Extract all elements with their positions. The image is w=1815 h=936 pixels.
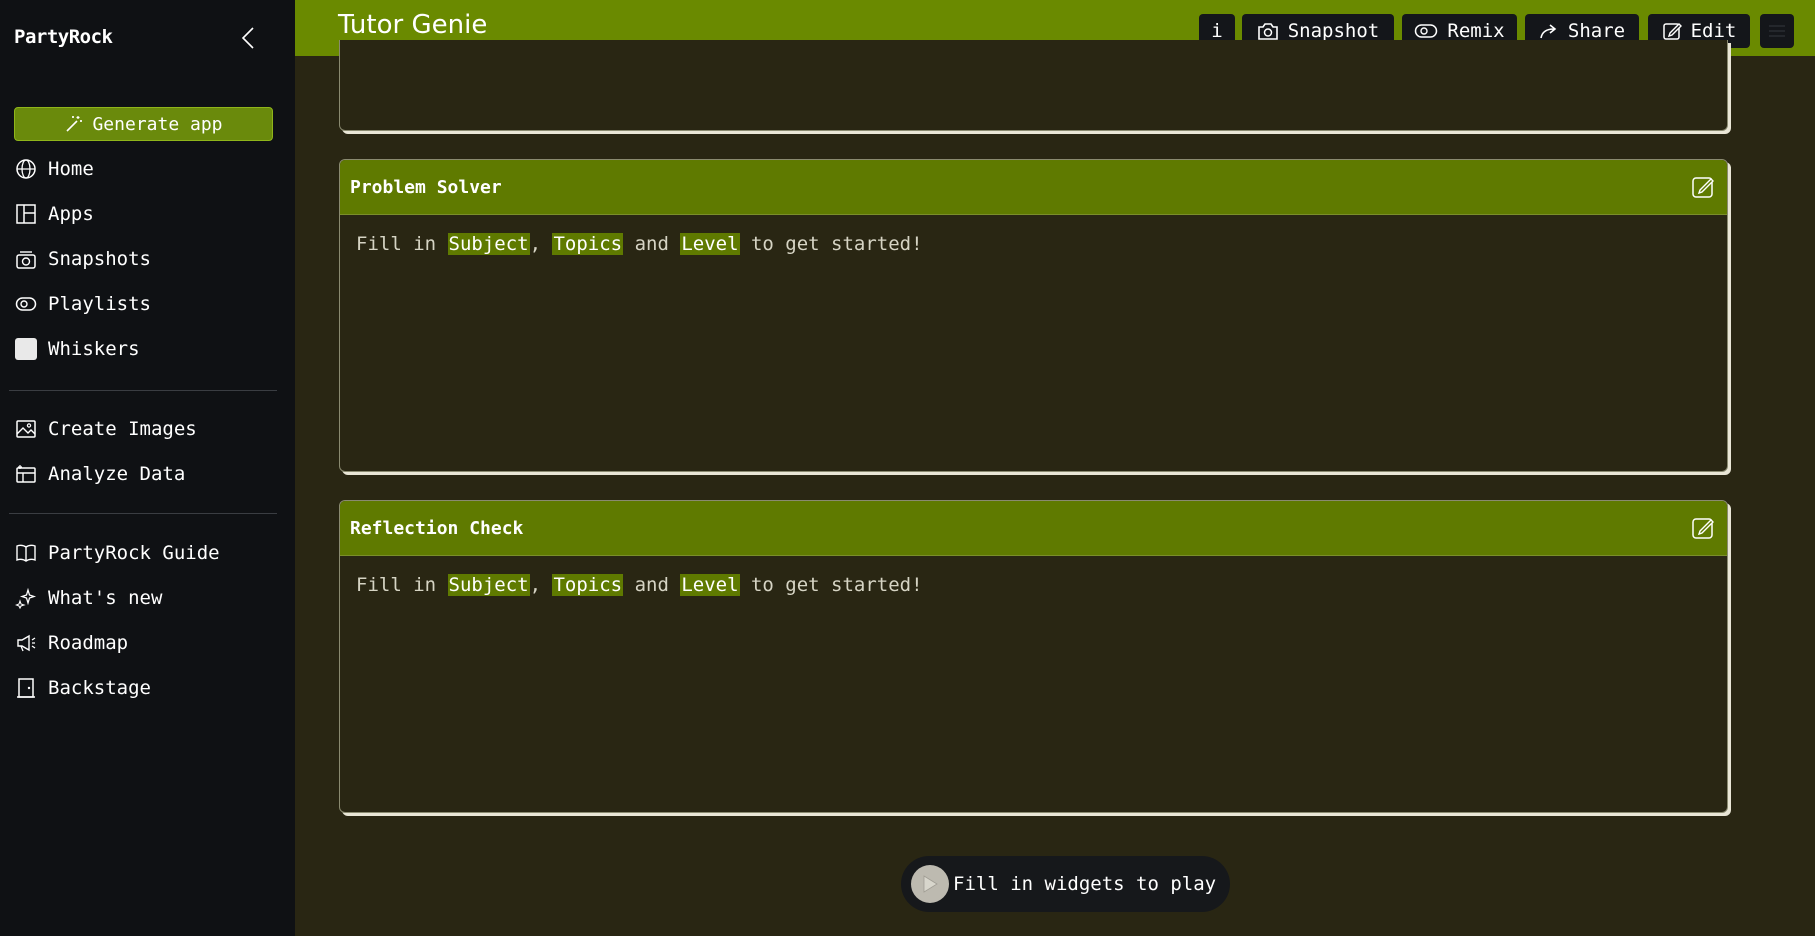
- snapshot-label: Snapshot: [1287, 20, 1380, 42]
- edit-icon: [1692, 518, 1714, 539]
- widget-edit-button[interactable]: [1689, 514, 1717, 542]
- widget-edit-button[interactable]: [1689, 173, 1717, 201]
- play-icon: [911, 865, 949, 903]
- collapse-sidebar-button[interactable]: [236, 24, 260, 52]
- edit-icon: [1692, 177, 1714, 198]
- nav-item-roadmap[interactable]: Roadmap: [14, 620, 284, 665]
- tools-nav: Create Images Analyze Data: [14, 406, 284, 496]
- sparkle-icon: [14, 586, 38, 610]
- globe-icon: [14, 157, 38, 181]
- camera-icon: [1257, 23, 1278, 40]
- hamburger-icon: [1769, 25, 1785, 37]
- magic-wand-icon: [66, 116, 83, 132]
- nav-label: What's new: [48, 586, 163, 609]
- remix-icon: [1415, 24, 1438, 38]
- nav-label: Whiskers: [48, 337, 140, 360]
- widget-header: Problem Solver: [340, 160, 1727, 215]
- edit-label: Edit: [1690, 20, 1737, 42]
- play-button[interactable]: Fill in widgets to play: [901, 856, 1230, 912]
- field-highlight-subject: Subject: [447, 574, 530, 596]
- widget-card-problem-solver: Problem Solver Fill in Subject, Topics a…: [339, 159, 1728, 472]
- primary-nav: Home Apps Snapshots Playlists Whiskers: [14, 146, 284, 371]
- nav-item-whiskers[interactable]: Whiskers: [14, 326, 284, 371]
- nav-label: PartyRock Guide: [48, 541, 220, 564]
- sidebar-divider: [9, 390, 277, 391]
- placeholder-text: to get started!: [739, 574, 923, 596]
- widget-body: Fill in Subject, Topics and Level to get…: [340, 556, 1727, 614]
- field-highlight-level: Level: [680, 233, 740, 255]
- nav-label: Snapshots: [48, 247, 151, 270]
- nav-item-home[interactable]: Home: [14, 146, 284, 191]
- placeholder-text: Fill in: [356, 574, 448, 596]
- placeholder-text: and: [623, 574, 681, 596]
- widget-body: Fill in Subject, Topics and Level to get…: [340, 215, 1727, 273]
- sidebar-divider: [9, 513, 277, 514]
- brand-logo[interactable]: PartyRock: [14, 26, 113, 48]
- help-nav: PartyRock Guide What's new Roadmap Backs…: [14, 530, 284, 710]
- nav-label: Apps: [48, 202, 94, 225]
- share-label: Share: [1567, 20, 1626, 42]
- playlist-icon: [14, 292, 38, 316]
- widget-title: Problem Solver: [350, 176, 502, 198]
- book-icon: [14, 541, 38, 565]
- widget-header: Reflection Check: [340, 501, 1727, 556]
- door-icon: [14, 676, 38, 700]
- share-arrow-icon: [1540, 24, 1557, 39]
- info-label: i: [1211, 20, 1223, 42]
- nav-item-analyze-data[interactable]: Analyze Data: [14, 451, 284, 496]
- nav-item-snapshots[interactable]: Snapshots: [14, 236, 284, 281]
- camera-stack-icon: [14, 247, 38, 271]
- play-label: Fill in widgets to play: [953, 873, 1217, 895]
- sidebar: PartyRock Generate app Home Apps Snapsho…: [0, 0, 295, 936]
- image-icon: [14, 417, 38, 441]
- nav-label: Create Images: [48, 417, 197, 440]
- nav-item-playlists[interactable]: Playlists: [14, 281, 284, 326]
- placeholder-text: Fill in: [356, 233, 448, 255]
- nav-label: Home: [48, 157, 94, 180]
- chevron-left-icon: [241, 27, 254, 49]
- placeholder-text: and: [623, 233, 681, 255]
- widget-card-reflection-check: Reflection Check Fill in Subject, Topics…: [339, 500, 1728, 813]
- nav-label: Playlists: [48, 292, 151, 315]
- nav-item-backstage[interactable]: Backstage: [14, 665, 284, 710]
- nav-item-whats-new[interactable]: What's new: [14, 575, 284, 620]
- field-highlight-level: Level: [680, 574, 740, 596]
- generate-app-button[interactable]: Generate app: [14, 107, 273, 141]
- placeholder-text: ,: [529, 574, 553, 596]
- nav-label: Backstage: [48, 676, 151, 699]
- field-highlight-topics: Topics: [552, 233, 624, 255]
- nav-label: Roadmap: [48, 631, 129, 654]
- app-title: Tutor Genie: [338, 10, 488, 40]
- nav-item-partyrock-guide[interactable]: PartyRock Guide: [14, 530, 284, 575]
- field-highlight-topics: Topics: [552, 574, 624, 596]
- widget-title: Reflection Check: [350, 517, 524, 539]
- generate-app-label: Generate app: [92, 113, 223, 135]
- nav-label: Analyze Data: [48, 462, 186, 485]
- placeholder-text: to get started!: [739, 233, 923, 255]
- menu-button[interactable]: [1760, 14, 1794, 48]
- layout-icon: [14, 202, 38, 226]
- nav-item-apps[interactable]: Apps: [14, 191, 284, 236]
- edit-icon: [1662, 23, 1682, 40]
- data-icon: [14, 462, 38, 486]
- field-highlight-subject: Subject: [447, 233, 530, 255]
- remix-label: Remix: [1447, 20, 1505, 42]
- whiskers-avatar: [14, 337, 38, 361]
- widget-card-partial: [339, 40, 1728, 131]
- nav-item-create-images[interactable]: Create Images: [14, 406, 284, 451]
- placeholder-text: ,: [529, 233, 553, 255]
- megaphone-icon: [14, 631, 38, 655]
